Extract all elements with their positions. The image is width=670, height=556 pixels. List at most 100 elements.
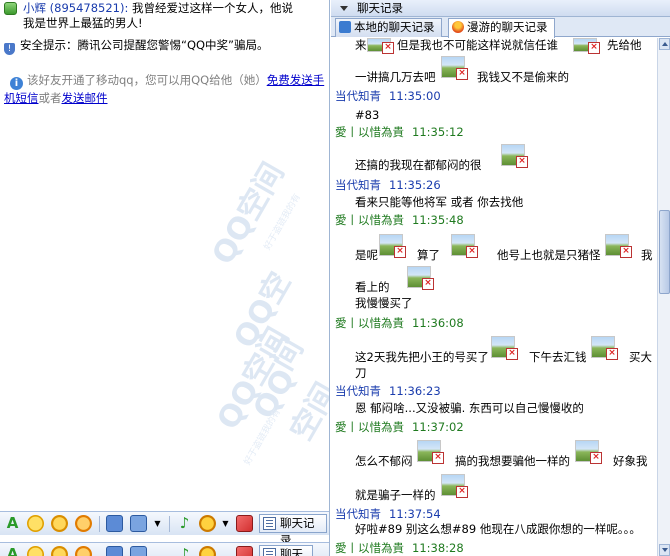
shake-icon[interactable]: [51, 515, 68, 532]
gift-icon[interactable]: [236, 546, 253, 556]
screenshot-icon[interactable]: [106, 515, 123, 532]
message-line-2: 我是世界上最猛的男人!: [23, 16, 143, 30]
message-text: 买大: [629, 350, 652, 364]
tab-label: 本地的聊天记录: [354, 20, 435, 34]
image-placeholder-icon: [417, 440, 444, 464]
sender-name: 愛丨以惜為貴: [335, 213, 404, 227]
message-text: 算了: [417, 248, 440, 262]
send-sms-link-cont[interactable]: 机短信: [4, 91, 39, 105]
sender-name: 当代知青: [335, 507, 381, 521]
chat-history-label: 聊天: [280, 547, 303, 556]
mobile-qq-tip-line2: 机短信或者发送邮件: [4, 91, 108, 106]
send-email-link[interactable]: 发送邮件: [62, 91, 108, 105]
font-icon[interactable]: A: [4, 515, 21, 532]
message-text: 但是我也不可能这样说就信任谁: [397, 38, 558, 52]
history-tabs: 本地的聊天记录 漫游的聊天记录: [331, 17, 670, 38]
history-scrollbar[interactable]: [657, 38, 670, 556]
gift-icon[interactable]: [236, 515, 253, 532]
voice-icon[interactable]: [199, 515, 216, 532]
message-text: 我: [641, 248, 653, 262]
send-sms-link[interactable]: 免费发送手: [267, 73, 325, 87]
message-time: 11:37:54: [389, 507, 441, 521]
shield-icon: !: [4, 43, 15, 55]
message-header: 当代知青 11:35:00: [335, 89, 441, 104]
sender-name: 愛丨以惜為貴: [335, 420, 404, 434]
message-text: 就是骗子一样的: [355, 488, 436, 502]
message-text: 看上的: [355, 280, 390, 294]
music-icon[interactable]: ♪: [176, 546, 193, 556]
font-icon[interactable]: A: [4, 546, 21, 556]
message-text: 搞的我想要骗他一样的: [455, 454, 570, 468]
chat-history-button[interactable]: 聊天: [259, 545, 313, 556]
image-placeholder-icon: [407, 266, 434, 290]
message-time: 11:35:26: [389, 178, 441, 192]
music-icon[interactable]: ♪: [176, 515, 193, 532]
image-placeholder-icon: [379, 234, 406, 258]
emoticon-icon[interactable]: [27, 546, 44, 556]
friend-avatar-icon: [4, 2, 17, 15]
message-header: 当代知青 11:36:23: [335, 384, 441, 399]
message-text: 恩 郁闷啥...又没被骗. 东西可以自己慢慢收的: [355, 401, 584, 415]
message-line-1: 我曾经爱过这样一个女人，他说: [128, 1, 294, 15]
message-time: 11:36:23: [389, 384, 441, 398]
message-time: 11:37:02: [412, 420, 464, 434]
magic-face-icon[interactable]: [75, 546, 92, 556]
scroll-down-icon[interactable]: [659, 544, 670, 556]
magic-face-icon[interactable]: [75, 515, 92, 532]
history-title: 聊天记录: [357, 1, 403, 15]
sender-name: 愛丨以惜為貴: [335, 541, 404, 555]
chevron-down-icon[interactable]: ▼: [149, 515, 166, 532]
more-icon[interactable]: [130, 546, 147, 556]
message-text: 好啦#89 别这么想#89 他现在八成跟你想的一样呢。。。: [355, 522, 641, 536]
image-placeholder-icon: [491, 336, 518, 360]
image-placeholder-icon: [367, 38, 394, 54]
input-toolbar: A ▼ ♪ ▼ 聊天记录: [0, 511, 329, 547]
message-text: #83: [355, 108, 380, 122]
image-placeholder-icon: [591, 336, 618, 360]
message-time: 11:35:00: [389, 89, 441, 103]
or-text: 或者: [38, 91, 62, 105]
sender-name: 当代知青: [335, 384, 381, 398]
collapse-arrow-icon[interactable]: [340, 6, 348, 11]
tab-local-history[interactable]: 本地的聊天记录: [335, 18, 442, 37]
chat-history-button[interactable]: 聊天记录: [259, 514, 327, 547]
more-icon[interactable]: [130, 515, 147, 532]
toolbar-separator: [99, 516, 100, 532]
history-log[interactable]: 来 但是我也不可能这样说就信任谁 先给他 一讲搞几万去吧 我钱又不是偷来的 当代…: [331, 38, 657, 556]
message-text: 下午去汇钱: [529, 350, 587, 364]
message-text: 他号上也就是只猪怪: [497, 248, 601, 262]
message-text: 看来只能等他将军 或者 你去找他: [355, 195, 524, 209]
voice-icon[interactable]: [199, 546, 216, 556]
screenshot-icon[interactable]: [106, 546, 123, 556]
emoticon-icon[interactable]: [27, 515, 44, 532]
tab-roaming-history[interactable]: 漫游的聊天记录: [448, 18, 555, 38]
scroll-thumb[interactable]: [659, 210, 670, 294]
chevron-down-icon[interactable]: ▼: [217, 515, 234, 532]
tab-label: 漫游的聊天记录: [467, 20, 548, 34]
message-text: 先给他: [607, 38, 642, 52]
shake-icon[interactable]: [51, 546, 68, 556]
toolbar-separator: [169, 516, 170, 532]
image-placeholder-icon: [441, 56, 468, 80]
mobile-tip-text: 该好友开通了移动qq，您可以用QQ给他（她）: [27, 73, 267, 87]
message-time: 11:36:08: [412, 316, 464, 330]
sender-name: 愛丨以惜為貴: [335, 125, 404, 139]
sender-name: 当代知青: [335, 89, 381, 103]
local-history-icon: [339, 21, 351, 33]
message-time: 11:38:28: [412, 541, 464, 555]
info-icon: i: [10, 77, 23, 90]
chat-message-pane: QQ空间 QQ空间 QQ空间 QQ空间 好于盗链我的有 好于盗链我的有 小辉 (…: [0, 0, 330, 556]
scroll-up-icon[interactable]: [659, 38, 670, 50]
message-header: 当代知青 11:35:26: [335, 178, 441, 193]
message-text: 好象我: [613, 454, 648, 468]
message-time: 11:35:48: [412, 213, 464, 227]
message-text: 我慢慢买了: [355, 296, 413, 310]
chat-history-pane: 聊天记录 本地的聊天记录 漫游的聊天记录 来 但是我也不可能这样说就信任谁 先给…: [331, 0, 670, 556]
input-toolbar-secondary: A ♪ 聊天: [0, 542, 329, 556]
message-text: 刀: [355, 366, 367, 380]
image-placeholder-icon: [605, 234, 632, 258]
image-placeholder-icon: [441, 474, 468, 498]
message-header: 愛丨以惜為貴 11:35:12: [335, 125, 464, 140]
history-title-bar[interactable]: 聊天记录: [331, 0, 670, 17]
message-header: 愛丨以惜為貴 11:38:28: [335, 541, 464, 556]
